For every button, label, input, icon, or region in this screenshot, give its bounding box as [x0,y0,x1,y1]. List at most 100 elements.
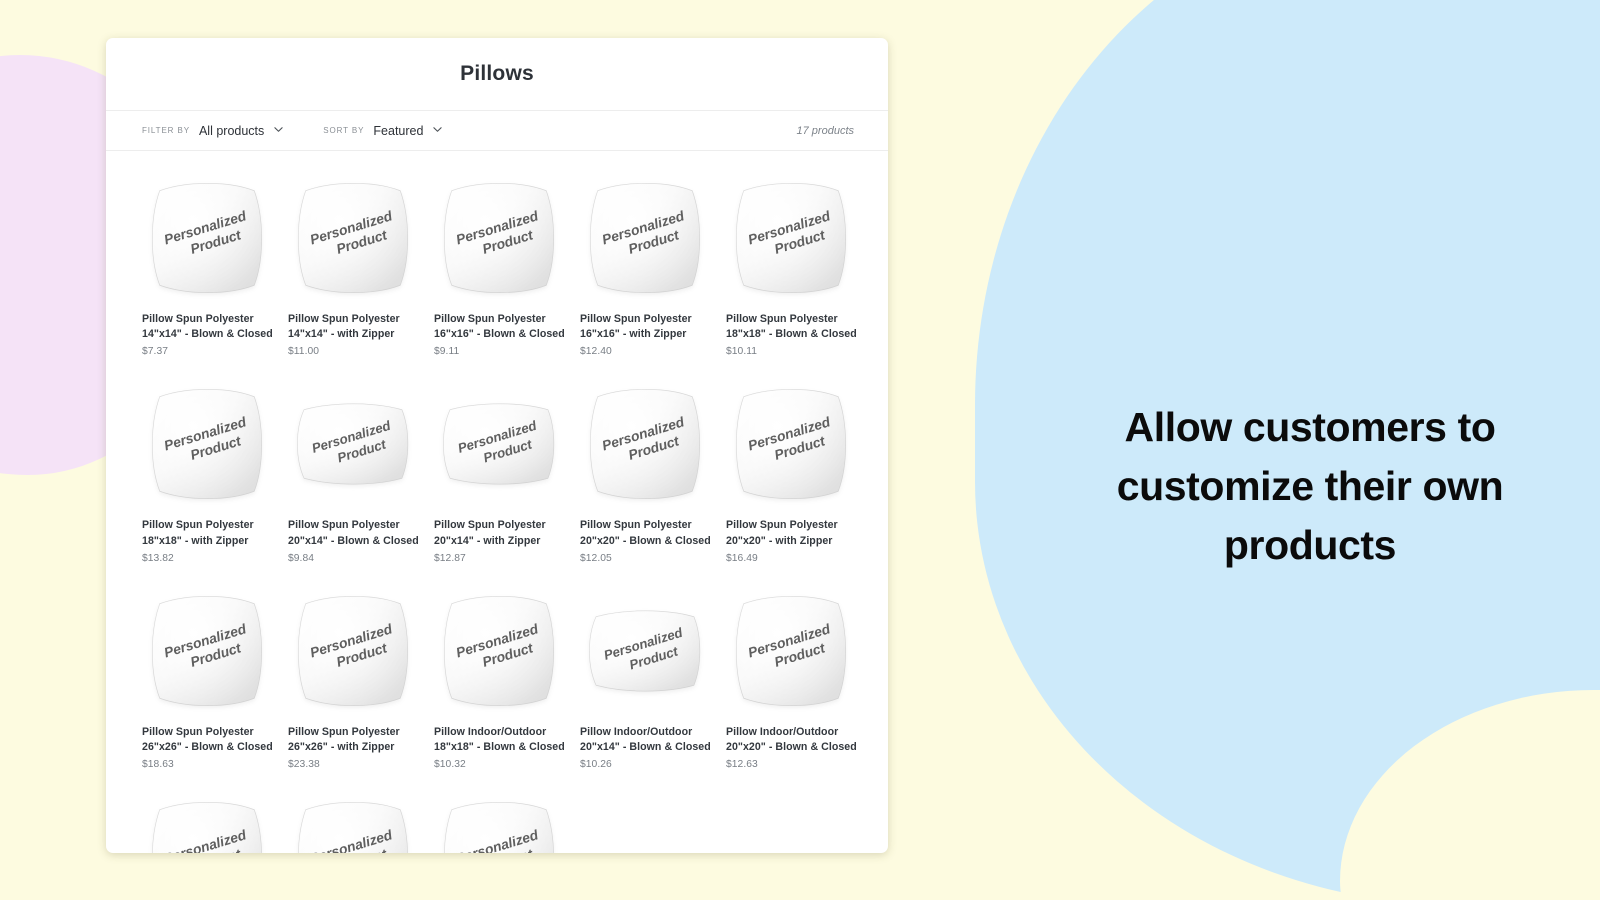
filter-select[interactable]: All products [199,124,283,138]
product-price: $9.84 [288,552,315,564]
product-card[interactable]: Personalized Product Pillow Spun Polyest… [434,173,580,357]
product-thumbnail[interactable]: Personalized Product [726,379,856,509]
sort-select[interactable]: Featured [373,123,443,138]
pillow-thumbnail-image: Personalized Product [444,183,554,293]
product-card[interactable]: Personalized Product Pillow Spun Polyest… [142,379,288,564]
product-title: Pillow Spun Polyester 14"x14" - with Zip… [288,313,400,341]
product-thumbnail[interactable]: Personalized Product [288,173,418,303]
pillow-thumbnail-image: Personalized Product [298,183,408,293]
product-title: Pillow Indoor/Outdoor 20"x14" - Blown & … [580,725,711,754]
product-card[interactable]: Personalized Product Pillow Spun Polyest… [580,173,726,357]
product-title: Pillow Spun Polyester 26"x26" - with Zip… [288,725,400,754]
product-title: Pillow Spun Polyester 18"x18" - Blown & … [726,313,857,341]
product-title: Pillow Spun Polyester 18"x18" - with Zip… [142,519,254,547]
product-card[interactable]: Personalized Product Pillow Spun Polyest… [142,586,288,770]
pillow-thumbnail-image: Personalized Product [589,610,701,692]
filter-sort-toolbar: FILTER BY All products SORT BY Featured … [106,111,888,151]
product-thumbnail[interactable]: Personalized Product [142,586,272,716]
product-card[interactable]: Personalized Product Pillow Spun Polyest… [726,173,872,357]
product-thumbnail[interactable]: Personalized Product [434,379,564,509]
pillow-thumbnail-image: Personalized Product [152,183,262,293]
product-price: $16.49 [726,552,758,564]
product-title: Pillow Spun Polyester 26"x26" - Blown & … [142,725,273,754]
product-price: $12.40 [580,346,612,358]
sort-select-value: Featured [373,123,424,138]
product-card[interactable]: Personalized Product Pillow Spun Polyest… [288,586,434,770]
product-thumbnail[interactable]: Personalized Product [580,586,710,716]
product-thumbnail[interactable]: Personalized Product [726,586,856,716]
product-thumbnail[interactable]: Personalized Product [434,586,564,716]
product-price: $7.37 [142,346,169,358]
product-thumbnail[interactable]: Personalized Product [142,173,272,303]
product-price: $10.26 [580,759,612,771]
product-thumbnail[interactable]: Personalized Product [580,379,710,509]
pillow-thumbnail-image: Personalized Product [298,802,408,853]
product-thumbnail[interactable]: Personalized Product [434,173,564,303]
product-price: $10.11 [726,346,758,358]
pillow-thumbnail-image: Personalized Product [736,183,846,293]
pillow-thumbnail-image: Personalized Product [298,595,408,706]
pillow-thumbnail-image: Personalized Product [736,595,846,706]
chevron-down-icon [433,125,443,134]
product-card[interactable]: Personalized Product Pillow Spun Polyest… [288,379,434,564]
product-grid-partial-row: Personalized Product Personalized Produc… [142,792,872,853]
product-card-partial[interactable]: Personalized Product [288,792,434,853]
product-price: $18.63 [142,759,174,771]
chevron-down-icon [274,125,283,134]
product-title: Pillow Indoor/Outdoor 20"x20" - Blown & … [726,725,857,754]
sort-by-label: SORT BY [323,126,365,135]
product-title: Pillow Spun Polyester 14"x14" - Blown & … [142,313,273,341]
product-price: $9.11 [434,346,460,358]
product-thumbnail[interactable]: Personalized Product [580,173,710,303]
product-price: $23.38 [288,759,320,771]
product-card[interactable]: Personalized Product Pillow Spun Polyest… [434,379,580,564]
card-header: Pillows [106,38,888,111]
product-card-partial[interactable]: Personalized Product [434,792,580,853]
pillow-thumbnail-image: Personalized Product [443,403,555,485]
product-thumbnail[interactable]: Personalized Product [288,379,418,509]
pillow-thumbnail-image: Personalized Product [444,802,554,853]
pillow-thumbnail-image: Personalized Product [590,389,700,500]
pillow-thumbnail-image: Personalized Product [736,389,846,500]
product-card[interactable]: Personalized Product Pillow Indoor/Outdo… [434,586,580,770]
product-thumbnail[interactable]: Personalized Product [288,586,418,716]
page-title: Pillows [460,62,534,85]
product-thumbnail[interactable]: Personalized Product [434,792,564,853]
pillow-thumbnail-image: Personalized Product [297,403,409,485]
filter-by-label: FILTER BY [142,126,190,135]
product-thumbnail[interactable]: Personalized Product [142,379,272,509]
product-title: Pillow Spun Polyester 16"x16" - Blown & … [434,313,565,341]
product-title: Pillow Spun Polyester 16"x16" - with Zip… [580,313,692,341]
product-card[interactable]: Personalized Product Pillow Spun Polyest… [288,173,434,357]
product-price: $12.05 [580,552,612,564]
product-price: $12.63 [726,759,758,771]
product-price: $13.82 [142,552,174,564]
product-count: 17 products [796,124,854,137]
product-card-partial[interactable]: Personalized Product [142,792,288,853]
product-card[interactable]: Personalized Product Pillow Spun Polyest… [726,379,872,564]
marketing-headline: Allow customers to customize their own p… [1116,404,1504,568]
product-thumbnail[interactable]: Personalized Product [726,173,856,303]
product-card[interactable]: Personalized Product Pillow Spun Polyest… [580,379,726,564]
product-price: $10.32 [434,759,466,771]
pillow-thumbnail-image: Personalized Product [152,595,262,706]
product-price: $11.00 [288,346,320,358]
product-title: Pillow Spun Polyester 20"x20" - Blown & … [580,519,711,547]
product-title: Pillow Spun Polyester 20"x20" - with Zip… [726,519,838,547]
product-thumbnail[interactable]: Personalized Product [142,792,272,853]
product-card[interactable]: Personalized Product Pillow Indoor/Outdo… [726,586,872,770]
product-title: Pillow Spun Polyester 20"x14" - Blown & … [288,519,419,547]
product-card[interactable]: Personalized Product Pillow Indoor/Outdo… [580,586,726,770]
product-thumbnail[interactable]: Personalized Product [288,792,418,853]
product-title: Pillow Indoor/Outdoor 18"x18" - Blown & … [434,725,565,754]
product-grid: Personalized Product Pillow Spun Polyest… [142,151,872,792]
product-price: $12.87 [434,552,466,564]
pillow-thumbnail-image: Personalized Product [152,802,262,853]
product-title: Pillow Spun Polyester 20"x14" - with Zip… [434,519,546,547]
pillow-thumbnail-image: Personalized Product [444,595,554,706]
pillow-thumbnail-image: Personalized Product [152,389,262,500]
product-card[interactable]: Personalized Product Pillow Spun Polyest… [142,173,288,357]
pillow-thumbnail-image: Personalized Product [590,183,700,293]
filter-select-value: All products [198,123,265,138]
storefront-card: Pillows FILTER BY All products SORT BY F… [106,38,888,853]
